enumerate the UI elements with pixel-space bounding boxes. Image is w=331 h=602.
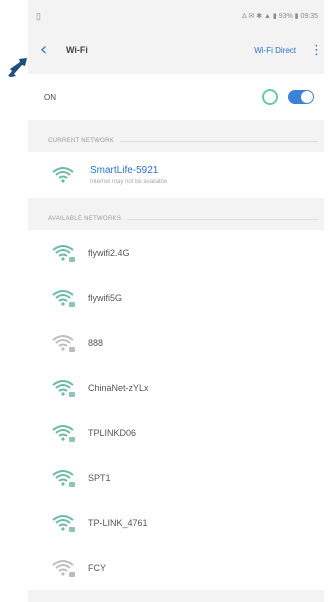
network-ssid: FCY	[88, 562, 106, 573]
network-item[interactable]: flywifi5G	[28, 275, 324, 320]
current-network-header-label: CURRENT NETWORK	[48, 138, 115, 144]
network-ssid: TPLINKD06	[88, 427, 137, 438]
wifi-lock-icon	[52, 514, 75, 532]
network-item[interactable]: ChinaNet-zYLx	[28, 365, 324, 410]
wifi-direct-button[interactable]: Wi-Fi Direct	[254, 46, 296, 55]
available-networks-header: AVAILABLE NETWORKS	[28, 208, 324, 230]
page-title: Wi-Fi	[66, 45, 88, 55]
wifi-toggle-row[interactable]: ON	[28, 74, 324, 120]
status-bar: ▯ ∆ ✉ ✱ ▲ ▮ 93% ▮ 09:35	[28, 0, 324, 32]
lock-icon	[69, 256, 75, 262]
wifi-icon	[52, 166, 74, 184]
network-item[interactable]: SPT1	[28, 455, 324, 500]
lock-icon	[69, 346, 75, 352]
lock-icon	[69, 391, 75, 397]
network-item[interactable]: flywifi2.4G	[28, 230, 324, 275]
wifi-lock-icon	[52, 289, 75, 307]
wifi-toggle-label: ON	[44, 92, 56, 102]
network-ssid: SPT1	[88, 472, 111, 483]
network-item[interactable]: TPLINKD06	[28, 410, 324, 455]
network-ssid: flywifi5G	[88, 292, 123, 303]
network-item[interactable]: 888	[28, 320, 324, 365]
current-network-status: Internet may not be available	[90, 179, 168, 185]
available-networks-header-label: AVAILABLE NETWORKS	[48, 216, 122, 222]
wifi-switch[interactable]	[288, 90, 314, 104]
network-item[interactable]: FCY	[28, 545, 324, 590]
network-ssid: TP-LINK_4761	[88, 517, 148, 528]
network-ssid: 888	[88, 337, 104, 348]
lock-icon	[69, 301, 75, 307]
current-network-ssid: SmartLife-5921	[90, 165, 159, 176]
switch-knob	[301, 91, 313, 103]
lock-icon	[69, 481, 75, 487]
sim-icon: ▯	[36, 10, 41, 21]
wifi-lock-icon	[52, 559, 75, 577]
wifi-lock-icon	[52, 334, 75, 352]
back-arrow-icon[interactable]: ‹	[40, 41, 60, 59]
phone-screen: ▯ ∆ ✉ ✱ ▲ ▮ 93% ▮ 09:35 ‹ Wi-Fi Wi-Fi Di…	[28, 0, 324, 602]
pointer-arrow-icon	[8, 58, 27, 77]
network-list: flywifi2.4G flywifi5G 888 ChinaNet-zYLx TPLI…	[28, 230, 324, 590]
lock-icon	[69, 526, 75, 532]
status-icons: ∆ ✉ ✱ ▲ ▮ 93% ▮ 09:35	[242, 13, 318, 20]
divider	[120, 140, 318, 142]
app-bar: ‹ Wi-Fi Wi-Fi Direct ⋮	[28, 32, 324, 68]
network-ssid: flywifi2.4G	[88, 247, 130, 258]
network-ssid: ChinaNet-zYLx	[88, 382, 149, 393]
circle-icon	[262, 89, 278, 105]
lock-icon	[69, 571, 75, 577]
current-network-item[interactable]: SmartLife-5921 Internet may not be avail…	[28, 152, 324, 198]
divider	[127, 218, 318, 220]
wifi-lock-icon	[52, 379, 75, 397]
lock-icon	[69, 436, 75, 442]
wifi-lock-icon	[52, 424, 75, 442]
more-vert-icon[interactable]: ⋮	[310, 43, 323, 58]
wifi-lock-icon	[52, 469, 75, 487]
wifi-lock-icon	[52, 244, 75, 262]
network-item[interactable]: TP-LINK_4761	[28, 500, 324, 545]
current-network-header: CURRENT NETWORK	[28, 130, 324, 152]
